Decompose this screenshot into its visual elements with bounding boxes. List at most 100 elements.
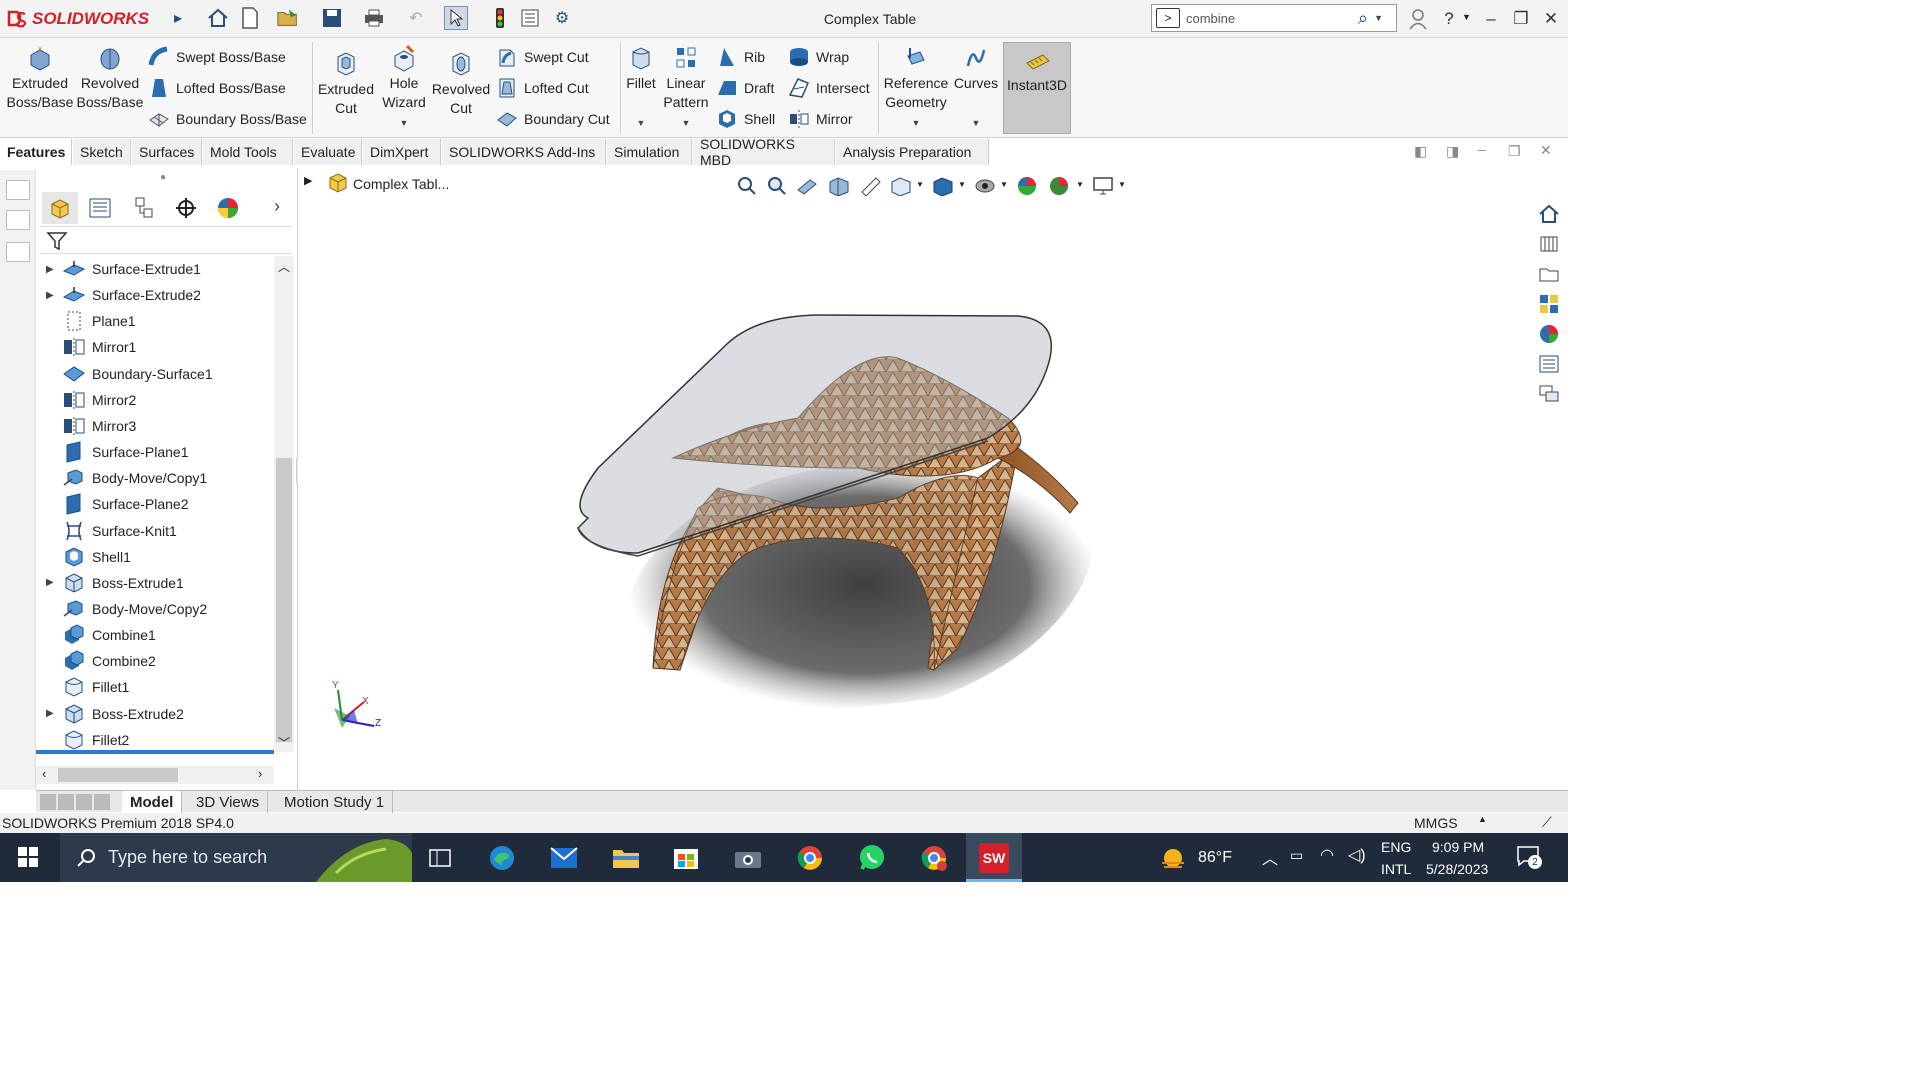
graphics-area[interactable]: ▶ Complex Tabl... ▼ ▼ ▼ ▼ ▼ Y X Z	[298, 168, 1568, 790]
extruded-cut-button[interactable]: Extruded Cut	[316, 50, 376, 118]
volume-icon[interactable]: ◁)	[1348, 845, 1366, 865]
close-icon[interactable]: ✕	[1538, 6, 1564, 32]
tree-item[interactable]: Body-Move/Copy2	[62, 596, 207, 622]
tree-item[interactable]: Body-Move/Copy1	[62, 465, 207, 491]
help-icon[interactable]: ?	[1436, 6, 1462, 32]
first-tab-icon[interactable]	[40, 794, 56, 810]
notification-center-icon[interactable]: 2	[1516, 845, 1542, 869]
search-input[interactable]	[1186, 10, 1356, 26]
fillet-button[interactable]: Fillet ▼	[622, 44, 660, 133]
chevron-up-icon[interactable]: ▲	[1478, 814, 1487, 824]
task-view-icon[interactable]	[420, 839, 460, 877]
solidworks-logo[interactable]: SOLIDWORKS	[6, 4, 149, 34]
file-explorer-taskbar-icon[interactable]	[606, 839, 646, 877]
tab-sketch[interactable]: Sketch	[73, 139, 131, 165]
expand-arrow-icon[interactable]: ▶	[46, 708, 58, 719]
edge-browser-icon[interactable]	[482, 839, 522, 877]
tree-item[interactable]: ▶ Surface-Extrude1	[46, 256, 201, 282]
tree-item[interactable]: Surface-Plane2	[62, 491, 189, 517]
expand-arrow-icon[interactable]: ▶	[46, 264, 58, 275]
extruded-boss-button[interactable]: Extruded Boss/Base	[6, 44, 74, 112]
boundary-boss-button[interactable]: Boundary Boss/Base	[148, 107, 307, 131]
new-document-icon[interactable]	[238, 6, 262, 30]
chrome-profile-icon[interactable]	[914, 839, 954, 877]
help-dropdown-icon[interactable]: ▼	[1462, 12, 1471, 22]
expand-arrow-icon[interactable]: ▶	[46, 577, 58, 588]
print-icon[interactable]	[362, 6, 386, 30]
tile-right-icon[interactable]: ◨	[1446, 143, 1459, 160]
file-properties-icon[interactable]	[518, 6, 542, 30]
unit-system[interactable]: MMGS	[1414, 815, 1458, 831]
tab-solidworks-add-ins[interactable]: SOLIDWORKS Add-Ins	[442, 139, 606, 165]
prev-tab-icon[interactable]	[58, 794, 74, 810]
tab-3d-views[interactable]: 3D Views	[188, 791, 269, 813]
intersect-button[interactable]: Intersect	[788, 76, 870, 100]
chevron-down-icon[interactable]: ▼	[912, 114, 921, 133]
doc-restore-icon[interactable]: ❐	[1508, 143, 1521, 160]
configurationmanager-tab-icon[interactable]	[126, 192, 162, 224]
save-icon[interactable]	[320, 6, 344, 30]
mirror-button[interactable]: Mirror	[788, 107, 870, 131]
smart-dimension-icon[interactable]	[6, 242, 30, 262]
scroll-thumb[interactable]	[58, 768, 178, 782]
revolved-cut-button[interactable]: Revolved Cut	[430, 50, 492, 118]
tab-simulation[interactable]: Simulation	[607, 139, 692, 165]
scroll-down-icon[interactable]: ﹀	[278, 734, 290, 751]
design-library-icon[interactable]	[1534, 230, 1564, 258]
tree-item[interactable]: Surface-Plane1	[62, 439, 189, 465]
expand-arrow-icon[interactable]: ▶	[46, 290, 58, 301]
restore-icon[interactable]: ❐	[1508, 6, 1534, 32]
wrap-button[interactable]: Wrap	[788, 45, 870, 69]
swept-boss-button[interactable]: Swept Boss/Base	[148, 45, 307, 69]
filter-bar[interactable]	[40, 226, 292, 254]
swept-cut-button[interactable]: Swept Cut	[496, 45, 610, 69]
tree-item[interactable]: Mirror2	[62, 387, 136, 413]
keyboard-layout[interactable]: INTL	[1381, 861, 1411, 877]
tab-dimxpert[interactable]: DimXpert	[363, 139, 441, 165]
temperature[interactable]: 86°F	[1198, 849, 1232, 867]
tree-item[interactable]: Mirror1	[62, 334, 136, 360]
panel-grip-icon[interactable]: ●	[160, 172, 166, 183]
camera-icon[interactable]	[728, 839, 768, 877]
chevron-down-icon[interactable]: ▼	[972, 114, 981, 133]
lofted-cut-button[interactable]: Lofted Cut	[496, 76, 610, 100]
tree-item[interactable]: ▶ Boss-Extrude1	[46, 570, 184, 596]
undo-icon[interactable]: ↶	[404, 6, 428, 30]
tree-item[interactable]: Shell1	[62, 544, 131, 570]
boundary-cut-button[interactable]: Boundary Cut	[496, 107, 610, 131]
battery-icon[interactable]: ▭	[1290, 847, 1303, 864]
rib-button[interactable]: Rib	[716, 45, 775, 69]
chevron-down-icon[interactable]: ▼	[1374, 13, 1383, 23]
lofted-boss-button[interactable]: Lofted Boss/Base	[148, 76, 307, 100]
traffic-light-icon[interactable]	[488, 6, 512, 30]
chevron-down-icon[interactable]: ▼	[637, 114, 646, 133]
tree-vertical-scrollbar[interactable]: ︿ ﹀	[274, 256, 294, 752]
language-code[interactable]: ENG	[1381, 839, 1411, 855]
chevron-up-icon[interactable]: ︿	[1262, 845, 1278, 869]
scroll-right-icon[interactable]: ›	[258, 766, 262, 781]
tab-motion-study-1[interactable]: Motion Study 1	[276, 791, 394, 813]
file-explorer-icon[interactable]	[1534, 260, 1564, 288]
doc-close-icon[interactable]: ✕	[1540, 142, 1552, 159]
chevron-down-icon[interactable]: ▼	[682, 114, 691, 133]
home-icon[interactable]	[206, 6, 230, 30]
tree-item[interactable]: Combine1	[62, 622, 156, 648]
tree-item[interactable]: Fillet1	[62, 674, 129, 700]
tree-item[interactable]: Mirror3	[62, 413, 136, 439]
clock-time[interactable]: 9:09 PM	[1432, 839, 1484, 855]
tree-item[interactable]: Combine2	[62, 648, 156, 674]
tab-analysis-preparation[interactable]: Analysis Preparation	[836, 139, 989, 165]
tab-mold-tools[interactable]: Mold Tools	[203, 139, 293, 165]
tab-evaluate[interactable]: Evaluate	[294, 139, 362, 165]
instant3d-button[interactable]: Instant3D	[1003, 42, 1071, 134]
tree-item[interactable]: Fillet2	[62, 727, 129, 752]
tab-surfaces[interactable]: Surfaces	[132, 139, 202, 165]
tree-item[interactable]: Boundary-Surface1	[62, 361, 213, 387]
tree-item[interactable]: Surface-Knit1	[62, 518, 177, 544]
wifi-icon[interactable]: ◠	[1320, 845, 1334, 865]
tab-model[interactable]: Model	[122, 791, 183, 813]
resize-grip-icon[interactable]: ⟋	[1542, 814, 1552, 831]
scroll-thumb[interactable]	[276, 458, 292, 742]
tree-item[interactable]: ▶ Surface-Extrude2	[46, 282, 201, 308]
tab-solidworks-mbd[interactable]: SOLIDWORKS MBD	[693, 136, 835, 168]
